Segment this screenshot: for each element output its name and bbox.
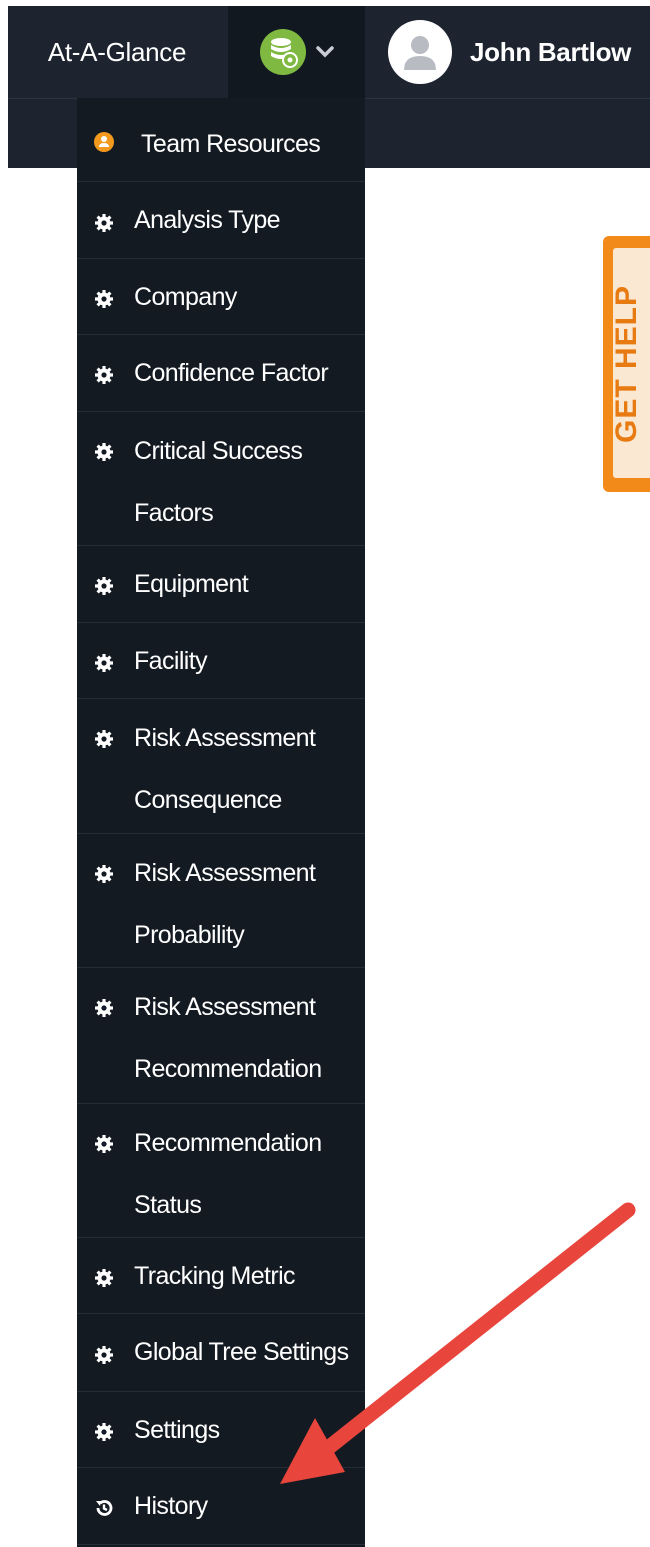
at-a-glance-label: At-A-Glance [47, 36, 187, 67]
menu-item-equipment[interactable]: Equipment [77, 546, 365, 623]
menu-item-label: Facility [134, 647, 208, 675]
gear-icon [93, 728, 115, 750]
top-navigation-row: At-A-Glance John Bartlow [8, 6, 650, 99]
menu-item-history[interactable]: History [77, 1468, 365, 1545]
team-resources-icon [93, 131, 115, 153]
gear-icon [93, 364, 115, 386]
get-help-tab[interactable]: GET HELP [603, 236, 650, 492]
gear-icon [93, 652, 115, 674]
user-name: John Bartlow [470, 36, 632, 67]
menu-item-settings[interactable]: Settings [77, 1392, 365, 1468]
menu-item-label: Equipment [134, 570, 249, 598]
menu-item-label: Tracking Metric [134, 1262, 296, 1290]
menu-item-label-line-2: Consequence [134, 786, 282, 814]
database-settings-dropdown[interactable] [228, 6, 365, 98]
menu-item-label: Analysis Type [134, 206, 281, 234]
menu-item-risk-assessment-recommendation[interactable]: Risk Assessment Recommendation [77, 968, 365, 1104]
menu-item-facility[interactable]: Facility [77, 623, 365, 699]
gear-icon [93, 575, 115, 597]
menu-item-label-line-2: Recommendation [134, 1055, 322, 1083]
gear-icon [93, 1133, 115, 1155]
settings-dropdown-menu: Team Resources Analysis Type Company Con… [77, 98, 365, 1547]
gear-icon [93, 1421, 115, 1443]
gear-icon [93, 1344, 115, 1366]
gear-icon [93, 997, 115, 1019]
menu-item-label-line-1: Risk Assessment [134, 859, 316, 887]
menu-item-label-line-1: Risk Assessment [134, 993, 316, 1021]
gear-icon [93, 863, 115, 885]
menu-item-label-line-1: Critical Success [134, 437, 303, 465]
menu-item-team-resources[interactable]: Team Resources [77, 98, 365, 182]
menu-item-company[interactable]: Company [77, 259, 365, 335]
menu-item-tracking-metric[interactable]: Tracking Metric [77, 1238, 365, 1314]
menu-item-analysis-type[interactable]: Analysis Type [77, 182, 365, 259]
menu-item-label: Company [134, 283, 237, 311]
menu-item-label: History [134, 1492, 208, 1520]
database-gear-icon [259, 29, 306, 75]
menu-item-label: Global Tree Settings [134, 1338, 349, 1366]
at-a-glance-link[interactable]: At-A-Glance [8, 6, 226, 98]
history-icon [93, 1497, 115, 1519]
menu-item-risk-assessment-probability[interactable]: Risk Assessment Probability [77, 834, 365, 968]
chevron-down-icon [315, 43, 334, 61]
menu-item-label-line-1: Risk Assessment [134, 724, 316, 752]
menu-item-risk-assessment-consequence[interactable]: Risk Assessment Consequence [77, 699, 365, 834]
get-help-label: GET HELP [610, 284, 643, 444]
gear-icon [93, 1267, 115, 1289]
menu-item-label: Settings [134, 1416, 220, 1444]
menu-item-label-line-2: Probability [134, 921, 245, 949]
menu-item-recommendation-status[interactable]: Recommendation Status [77, 1104, 365, 1238]
menu-item-critical-success-factors[interactable]: Critical Success Factors [77, 412, 365, 546]
menu-item-label-line-2: Factors [134, 499, 214, 527]
menu-item-confidence-factor[interactable]: Confidence Factor [77, 335, 365, 412]
user-silhouette-icon [404, 36, 436, 70]
avatar [388, 20, 452, 84]
user-menu[interactable]: John Bartlow [388, 6, 650, 98]
menu-item-label-line-2: Status [134, 1191, 202, 1219]
menu-item-global-tree-settings[interactable]: Global Tree Settings [77, 1314, 365, 1392]
gear-icon [93, 288, 115, 310]
menu-item-label-line-1: Recommendation [134, 1129, 322, 1157]
menu-item-label: Confidence Factor [134, 359, 329, 387]
gear-icon [93, 212, 115, 234]
gear-icon [93, 441, 115, 463]
menu-item-label: Team Resources [141, 130, 321, 158]
